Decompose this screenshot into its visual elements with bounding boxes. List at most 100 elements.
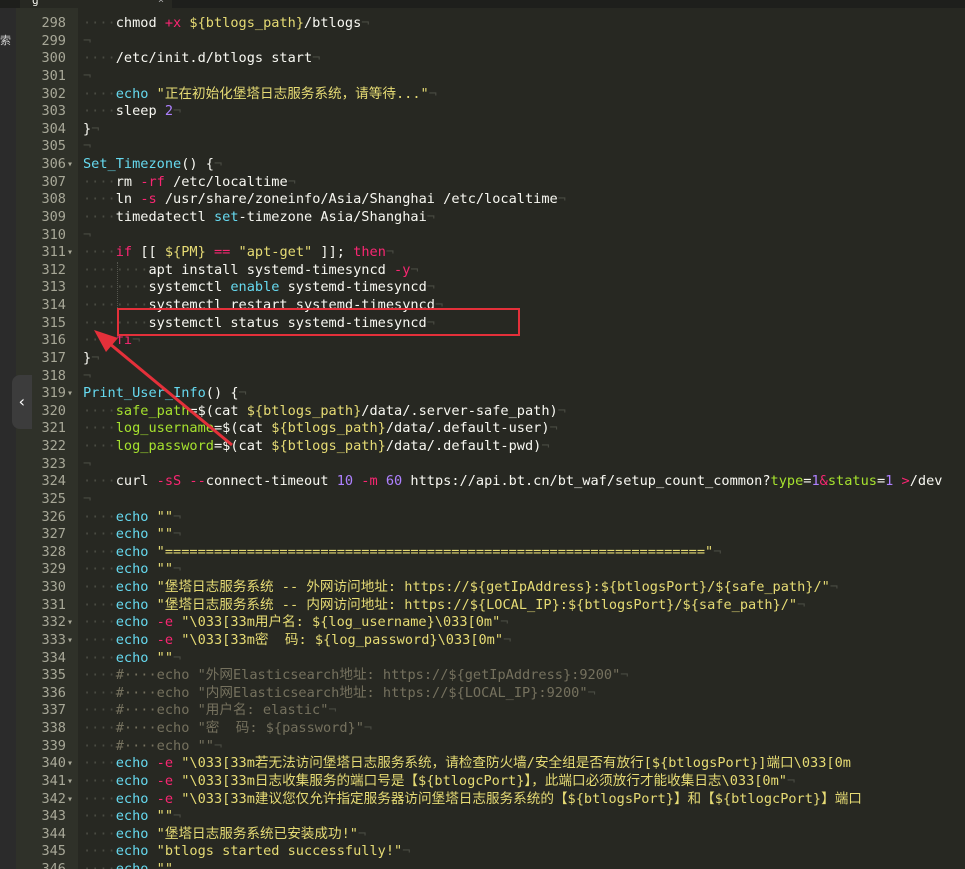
- code-text: ····#····echo "用户名: elastic"¬: [83, 702, 337, 720]
- code-line[interactable]: 326 ····echo ""¬: [0, 509, 965, 527]
- code-token: ${btlogs_path}: [271, 438, 386, 454]
- code-line[interactable]: 329 ····echo ""¬: [0, 561, 965, 579]
- code-token: set: [213, 208, 239, 225]
- code-line[interactable]: 303 ····sleep 2¬: [0, 103, 965, 121]
- code-line[interactable]: 313 ········systemctl enable systemd-time…: [0, 279, 965, 297]
- fold-toggle-icon[interactable]: ▾: [67, 755, 73, 773]
- fold-toggle-icon[interactable]: ▾: [67, 791, 73, 809]
- code-token: -m: [361, 473, 386, 490]
- code-token: ¬: [713, 543, 722, 560]
- code-line[interactable]: 341 ▾ ····echo -e "\033[33m日志收集服务的端口号是【${b…: [0, 773, 965, 791]
- code-line[interactable]: 311 ▾ ····if [[ ${PM} == "apt-get" ]]; the…: [0, 244, 965, 262]
- line-number: 302: [41, 85, 66, 102]
- code-token: }: [83, 120, 92, 137]
- code-text: ····/etc/init.d/btlogs start¬: [83, 50, 320, 68]
- code-token: -timezone Asia/Shanghai: [238, 208, 427, 225]
- code-line[interactable]: 332 ▾ ····echo -e "\033[33m用户名: ${log_user…: [0, 614, 965, 632]
- code-line[interactable]: 298 ····chmod +x ${btlogs_path}/btlogs¬: [0, 15, 965, 33]
- code-token: /dev: [909, 473, 943, 490]
- code-line[interactable]: 321 ····log_username=$(cat ${btlogs_path}…: [0, 420, 965, 438]
- code-line[interactable]: 346 ····echo "": [0, 861, 965, 869]
- code-line[interactable]: 330 ····echo "堡塔日志服务系统 -- 外网访问地址: https:/…: [0, 579, 965, 597]
- code-text: ¬: [83, 368, 91, 386]
- code-token: ····: [83, 561, 116, 578]
- code-line[interactable]: 323 ¬: [0, 456, 965, 474]
- code-line[interactable]: 333 ▾ ····echo -e "\033[33m密 码: ${log_pass…: [0, 632, 965, 650]
- code-token: echo: [115, 755, 157, 772]
- fold-toggle-icon[interactable]: ▾: [67, 614, 73, 632]
- code-text: }¬: [83, 350, 99, 368]
- fold-toggle-icon[interactable]: ▾: [67, 156, 73, 174]
- code-line[interactable]: 328 ····echo "===========================…: [0, 544, 965, 562]
- fold-toggle-icon[interactable]: ▾: [67, 632, 73, 650]
- code-token: -sS --: [156, 473, 206, 490]
- code-line[interactable]: 307 ····rm -rf /etc/localtime¬: [0, 174, 965, 192]
- code-line[interactable]: 337 ····#····echo "用户名: elastic"¬: [0, 702, 965, 720]
- code-line[interactable]: 339 ····#····echo ""¬: [0, 738, 965, 756]
- fold-toggle-icon[interactable]: ▾: [67, 773, 73, 791]
- code-line[interactable]: 320 ····safe_path=$(cat ${btlogs_path}/da…: [0, 403, 965, 421]
- fold-toggle-icon[interactable]: ▾: [67, 385, 73, 403]
- code-line[interactable]: 312 ········apt install systemd-timesyncd…: [0, 262, 965, 280]
- code-line[interactable]: 338 ····#····echo "密 码: ${password}"¬: [0, 720, 965, 738]
- code-line[interactable]: 336 ····#····echo "内网Elasticsearch地址: htt…: [0, 685, 965, 703]
- code-token: ¬: [83, 455, 92, 472]
- code-line[interactable]: 331 ····echo "堡塔日志服务系统 -- 内网访问地址: https:/…: [0, 597, 965, 615]
- code-line[interactable]: 305 ¬: [0, 138, 965, 156]
- code-line[interactable]: 317}¬: [0, 350, 965, 368]
- code-token: ¬: [361, 15, 370, 31]
- line-number: 344: [41, 825, 66, 842]
- code-line[interactable]: 340 ▾ ····echo -e "\033[33m若无法访问堡塔日志服务系统，请…: [0, 755, 965, 773]
- code-line[interactable]: 301 ¬: [0, 68, 965, 86]
- code-line[interactable]: 343 ····echo ""¬: [0, 808, 965, 826]
- code-line[interactable]: 309 ····timedatectl set-timezone Asia/Sha…: [0, 209, 965, 227]
- code-line[interactable]: 344 ····echo "堡塔日志服务系统已安装成功!"¬: [0, 826, 965, 844]
- code-line[interactable]: 342 ▾ ····echo -e "\033[33m建议您仅允许指定服务器访问堡塔…: [0, 791, 965, 809]
- line-number: 328: [41, 543, 66, 560]
- code-line[interactable]: 325 ¬: [0, 491, 965, 509]
- code-line[interactable]: 300 ····/etc/init.d/btlogs start¬: [0, 50, 965, 68]
- code-token: "\033[33m密 码: ${log_password}\033[0m": [181, 631, 504, 648]
- code-token: ¬: [91, 349, 100, 366]
- line-number: 339: [41, 737, 66, 754]
- code-token: "正在初始化堡塔日志服务系统，请等待...": [156, 85, 429, 102]
- code-line[interactable]: 302 ····echo "正在初始化堡塔日志服务系统，请等待..."¬: [0, 86, 965, 104]
- code-token: ····: [83, 191, 116, 208]
- code-line[interactable]: 334 ····echo ""¬: [0, 650, 965, 668]
- line-number: 332: [41, 614, 66, 631]
- line-number: 327: [41, 526, 66, 543]
- code-text: ····echo ""¬: [83, 650, 181, 668]
- close-icon[interactable]: ×: [158, 0, 164, 8]
- code-line[interactable]: 319 ▾ Print_User_Info() {¬: [0, 385, 965, 403]
- collapse-panel-button[interactable]: ‹: [12, 375, 32, 429]
- code-line[interactable]: 322 ····log_password=$(cat ${btlogs_path}…: [0, 438, 965, 456]
- code-line[interactable]: 345 ····echo "btlogs started successfully…: [0, 843, 965, 861]
- code-line[interactable]: 306 ▾ Set_Timezone() {¬: [0, 156, 965, 174]
- code-token: ····: [83, 667, 116, 684]
- file-tab[interactable]: g ×: [20, 0, 172, 8]
- code-token: echo: [115, 649, 157, 666]
- line-number: 337: [41, 702, 66, 719]
- code-line[interactable]: 324 ····curl -sS --connect-timeout 10 -m …: [0, 473, 965, 491]
- line-number: 307: [41, 173, 66, 190]
- code-line[interactable]: 299 ¬: [0, 33, 965, 51]
- code-token: enable: [230, 279, 288, 296]
- line-number: 310: [41, 226, 66, 243]
- code-line[interactable]: 335 ····#····echo "外网Elasticsearch地址: htt…: [0, 667, 965, 685]
- code-token: /data/.default-user): [385, 420, 550, 437]
- code-line[interactable]: 304}¬: [0, 121, 965, 139]
- line-number: 311: [41, 244, 66, 261]
- code-token: ¬: [541, 438, 550, 454]
- code-text: ····echo -e "\033[33m密 码: ${log_password…: [83, 632, 511, 650]
- fold-toggle-icon[interactable]: ▾: [67, 244, 73, 262]
- code-line[interactable]: 327 ····echo ""¬: [0, 526, 965, 544]
- code-token: echo: [115, 561, 157, 578]
- code-token: ····: [83, 720, 116, 736]
- code-text: ····sleep 2¬: [83, 103, 181, 121]
- code-token: chmod: [115, 15, 165, 31]
- code-line[interactable]: 310 ¬: [0, 227, 965, 245]
- code-line[interactable]: 318 ¬: [0, 368, 965, 386]
- code-token: ····: [83, 825, 116, 842]
- code-area[interactable]: 298 ····chmod +x ${btlogs_path}/btlogs¬ 29…: [0, 15, 965, 869]
- code-line[interactable]: 308 ····ln -s /usr/share/zoneinfo/Asia/Sh…: [0, 191, 965, 209]
